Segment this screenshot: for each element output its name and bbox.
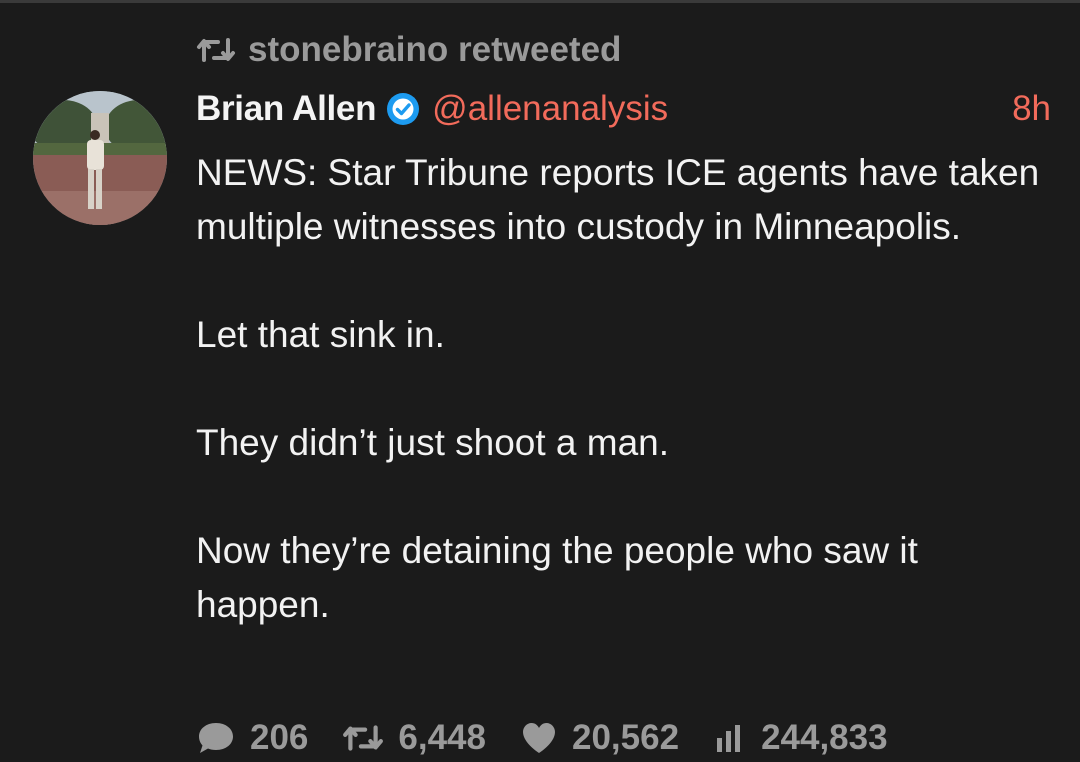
tweet-paragraph: Now they’re detaining the people who saw… — [196, 530, 918, 625]
display-name[interactable]: Brian Allen — [196, 89, 376, 129]
tweet-paragraph: They didn’t just shoot a man. — [196, 422, 670, 463]
top-divider — [0, 0, 1080, 3]
reply-icon — [199, 723, 233, 753]
profile-photo — [33, 91, 167, 225]
views-button[interactable]: 244,833 — [713, 718, 888, 758]
retweet-count: 6,448 — [398, 718, 486, 757]
retweet-button[interactable]: 6,448 — [342, 718, 486, 758]
heart-icon — [523, 723, 555, 753]
user-handle[interactable]: @allenanalysis — [432, 89, 668, 129]
retweet-banner[interactable]: stonebraino retweeted — [196, 30, 621, 70]
retweet-icon — [196, 36, 236, 64]
verified-badge-icon — [387, 93, 420, 125]
avatar[interactable] — [33, 91, 167, 225]
tweet-header: Brian Allen @allenanalysis 8h — [196, 86, 1051, 132]
views-bar-chart-icon — [717, 725, 741, 752]
retweet-icon — [343, 725, 384, 751]
reply-count: 206 — [250, 718, 309, 757]
tweet-body: NEWS: Star Tribune reports ICE agents ha… — [196, 146, 1046, 686]
reply-button[interactable]: 206 — [196, 718, 308, 758]
action-bar: 206 6,448 20,562 244,833 — [196, 714, 888, 762]
like-button[interactable]: 20,562 — [520, 718, 679, 758]
tweet-paragraph: Let that sink in. — [196, 314, 445, 355]
tweet-paragraph: NEWS: Star Tribune reports ICE agents ha… — [196, 152, 1040, 247]
retweet-banner-text: stonebraino retweeted — [248, 30, 622, 69]
tweet-time[interactable]: 8h — [1012, 89, 1051, 129]
like-count: 20,562 — [572, 718, 680, 757]
view-count: 244,833 — [761, 718, 888, 757]
